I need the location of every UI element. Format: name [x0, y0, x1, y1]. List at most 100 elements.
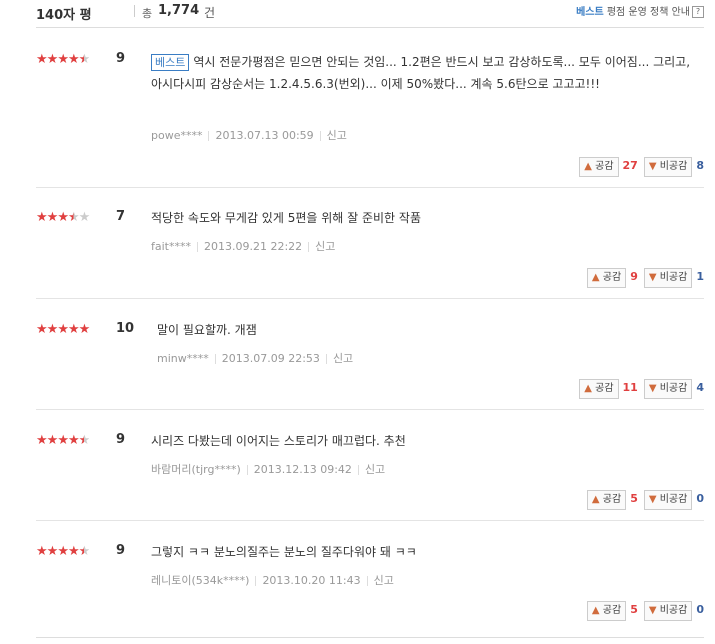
star-full-icon: ★: [78, 322, 91, 337]
dislike-label[interactable]: 비공감: [660, 272, 688, 283]
report-link[interactable]: 신고: [327, 129, 347, 142]
star-full-icon: ★: [46, 322, 59, 337]
like-button[interactable]: ▲ 공감: [586, 601, 627, 621]
header-divider: [134, 5, 135, 17]
policy-label[interactable]: 평점 운영 정책 안내: [604, 7, 690, 18]
report-link[interactable]: 신고: [315, 240, 335, 253]
star-rating: ★★★★★: [36, 52, 91, 67]
like-label[interactable]: 공감: [595, 161, 613, 172]
dislike-label[interactable]: 비공감: [660, 383, 688, 394]
like-button[interactable]: ▲ 공감: [586, 490, 627, 510]
dislike-button[interactable]: ▼ 비공감: [643, 268, 693, 288]
thumbs-up-icon: ▲: [584, 383, 592, 394]
dislike-button[interactable]: ▼ 비공감: [643, 490, 693, 510]
dislike-label[interactable]: 비공감: [660, 605, 688, 616]
star-full-icon: ★: [46, 544, 59, 559]
star-rating: ★★★★★: [36, 433, 91, 448]
dislike-button[interactable]: ▼ 비공감: [643, 601, 693, 621]
star-full-icon: ★: [57, 433, 69, 448]
section-title: 140자 평: [36, 8, 92, 23]
review-item: ★★★★★ 9 시리즈 다봤는데 이어지는 스토리가 매끄럽다. 추천 바람머리…: [36, 432, 704, 521]
like-count: 9: [630, 270, 638, 283]
star-rating: ★★★★★: [36, 210, 91, 225]
dislike-label[interactable]: 비공감: [660, 161, 688, 172]
vote-controls: ▲ 공감 27 ▼ 비공감 8: [579, 157, 704, 177]
like-button[interactable]: ▲ 공감: [579, 157, 619, 177]
star-rating: ★★★★★: [36, 544, 91, 559]
report-link[interactable]: 신고: [374, 574, 394, 587]
meta-divider: [196, 242, 198, 252]
star-full-icon: ★: [36, 52, 48, 67]
like-label[interactable]: 공감: [595, 383, 613, 394]
help-icon[interactable]: ?: [692, 6, 704, 18]
meta-divider: [308, 242, 310, 252]
review-score: 9: [116, 543, 126, 558]
review-date: 2013.09.21 22:22: [203, 240, 303, 253]
review-body: 역시 전문가평점은 믿으면 안되는 것임... 1.2편은 반드시 보고 감상하…: [151, 55, 691, 91]
vote-controls: ▲ 공감 9 ▼ 비공감 1: [586, 268, 704, 288]
dislike-button[interactable]: ▼ 비공감: [643, 157, 693, 177]
review-score: 10: [116, 321, 135, 336]
star-half-icon: ★: [78, 433, 91, 448]
total-label: 총: [142, 7, 153, 20]
policy-best-label[interactable]: 베스트: [576, 7, 604, 18]
like-button[interactable]: ▲ 공감: [579, 379, 619, 399]
star-full-icon: ★: [67, 433, 80, 448]
like-label[interactable]: 공감: [603, 605, 621, 616]
like-button[interactable]: ▲ 공감: [586, 268, 627, 288]
review-date: 2013.07.13 00:59: [215, 129, 314, 142]
review-body: 말이 필요할까. 개잼: [157, 323, 257, 337]
review-score: 9: [116, 51, 126, 66]
like-label[interactable]: 공감: [603, 272, 621, 283]
reviewer-id: fait****: [151, 240, 191, 253]
review-header: 140자 평 총 1,774 건 베스트 평점 운영 정책 안내?: [36, 0, 704, 26]
header-rule: [36, 27, 704, 28]
star-full-icon: ★: [57, 210, 69, 225]
review-text: 그렇지 ㅋㅋ 분노의질주는 분노의 질주다워야 돼 ㅋㅋ: [151, 541, 696, 563]
review-meta: fait**** 2013.09.21 22:22 신고: [151, 238, 335, 254]
thumbs-down-icon: ▼: [648, 383, 657, 394]
meta-divider: [246, 465, 248, 475]
star-empty-icon: ★: [78, 210, 91, 225]
review-score: 7: [116, 209, 126, 224]
star-full-icon: ★: [57, 544, 69, 559]
review-date: 2013.07.09 22:53: [221, 352, 320, 365]
like-count: 5: [630, 492, 638, 505]
star-full-icon: ★: [57, 52, 69, 67]
thumbs-down-icon: ▼: [648, 494, 657, 505]
thumbs-down-icon: ▼: [648, 605, 657, 616]
review-body: 그렇지 ㅋㅋ 분노의질주는 분노의 질주다워야 돼 ㅋㅋ: [151, 545, 417, 559]
star-half-icon: ★: [78, 52, 91, 67]
star-full-icon: ★: [36, 322, 48, 337]
review-meta: 바람머리(tjrg****) 2013.12.13 09:42 신고: [151, 461, 385, 477]
reviewer-id: 바람머리(tjrg****): [151, 463, 241, 476]
dislike-count: 0: [696, 603, 704, 616]
star-full-icon: ★: [57, 322, 69, 337]
star-rating: ★★★★★: [36, 322, 91, 337]
review-text: 말이 필요할까. 개잼: [157, 319, 702, 341]
review-date: 2013.12.13 09:42: [253, 463, 352, 476]
star-full-icon: ★: [46, 433, 59, 448]
review-text: 베스트 역시 전문가평점은 믿으면 안되는 것임... 1.2편은 반드시 보고 …: [151, 51, 696, 95]
policy-link[interactable]: 베스트 평점 운영 정책 안내?: [576, 3, 704, 18]
report-link[interactable]: 신고: [333, 352, 353, 365]
thumbs-up-icon: ▲: [584, 161, 592, 172]
star-full-icon: ★: [36, 433, 48, 448]
review-body: 적당한 속도와 무게감 있게 5편을 위해 잘 준비한 작품: [151, 211, 421, 225]
meta-divider: [214, 354, 216, 364]
review-item: ★★★★★ 9 그렇지 ㅋㅋ 분노의질주는 분노의 질주다워야 돼 ㅋㅋ 레니토…: [36, 543, 704, 631]
report-link[interactable]: 신고: [365, 463, 385, 476]
review-item: ★★★★★ 7 적당한 속도와 무게감 있게 5편을 위해 잘 준비한 작품 f…: [36, 209, 704, 299]
like-count: 27: [622, 159, 638, 172]
like-label[interactable]: 공감: [603, 494, 621, 505]
dislike-count: 1: [696, 270, 704, 283]
star-half-icon: ★: [78, 544, 91, 559]
review-score: 9: [116, 432, 126, 447]
thumbs-up-icon: ▲: [591, 605, 600, 616]
dislike-button[interactable]: ▼ 비공감: [643, 379, 693, 399]
total-count: 1,774: [158, 3, 200, 18]
star-full-icon: ★: [36, 544, 48, 559]
dislike-label[interactable]: 비공감: [660, 494, 688, 505]
meta-divider: [366, 576, 368, 586]
thumbs-up-icon: ▲: [591, 494, 600, 505]
